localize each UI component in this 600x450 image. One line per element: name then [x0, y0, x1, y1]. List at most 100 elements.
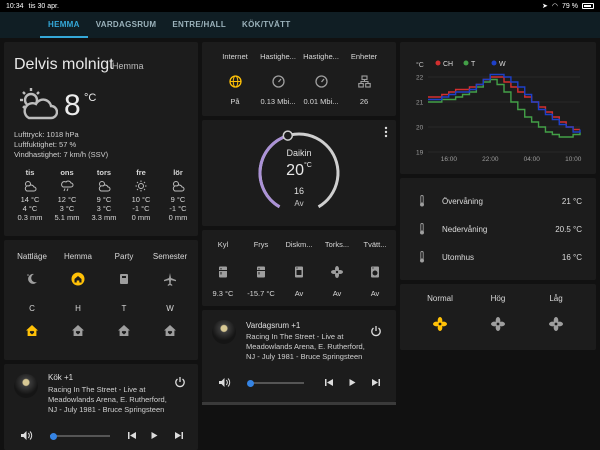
temperature-history-chart[interactable]: °C CH T W 19 20 21 22 16:00 22:00 04:00 10:00: [400, 42, 596, 174]
home-heart-icon: [26, 325, 38, 336]
forecast-low: -1 °C: [169, 204, 187, 213]
thermostat-current-value: 20: [286, 162, 304, 179]
volume-icon[interactable]: [20, 430, 33, 441]
y-tick-label: 21: [416, 100, 424, 107]
appliance-fridge[interactable]: Kyl 9.3 °C: [204, 240, 242, 298]
home-heart-icon: [164, 325, 176, 336]
thermostat-card: Daikin 20°C 16 Av: [202, 120, 396, 226]
network-value: 0.13 Mbi...: [260, 97, 296, 106]
temperature-row[interactable]: Utomhus 16 °C: [414, 250, 582, 264]
weather-card[interactable]: Delvis molnigt Hemma 8 °C Lufttryck: 101…: [4, 42, 198, 236]
tab-hemma[interactable]: HEMMA: [40, 12, 88, 38]
status-bar: 10:34 tis 30 apr. ➤ ◠ 79 %: [0, 0, 600, 12]
series-line-w: [428, 73, 581, 133]
home-heart-icon: [72, 325, 84, 336]
legend-marker: [463, 60, 469, 66]
tab-vardagsrum[interactable]: VARDAGSRUM: [88, 12, 165, 38]
previous-track-icon[interactable]: [324, 378, 334, 387]
volume-slider-handle[interactable]: [49, 432, 57, 440]
power-icon[interactable]: [370, 325, 382, 337]
album-art[interactable]: [14, 374, 38, 398]
appliance-freezer[interactable]: Frys -15.7 °C: [242, 240, 280, 298]
mode-t-button[interactable]: [100, 324, 148, 337]
thermostat-current-temp: 20°C: [202, 162, 396, 180]
weather-condition: Delvis molnigt: [14, 56, 114, 73]
mode-w-button[interactable]: [146, 324, 194, 337]
series-line-t: [428, 78, 581, 138]
mode-t-label: T: [121, 304, 127, 313]
next-track-icon[interactable]: [174, 431, 184, 440]
appliance-dryer[interactable]: Torks... Av: [318, 240, 356, 298]
mode-party-label: Party: [114, 252, 134, 261]
weather-location: Hemma: [112, 61, 144, 71]
fan-mode-normal[interactable]: Normal: [410, 294, 470, 331]
mode-c-button[interactable]: [8, 324, 56, 337]
sunny-icon: [135, 180, 147, 192]
mode-nattlage-button[interactable]: [8, 272, 56, 286]
fan-mode-hog[interactable]: Hög: [468, 294, 528, 331]
mode-h-button[interactable]: [54, 324, 102, 337]
media-track-info: Racing In The Street - Live at Meadowlan…: [246, 332, 365, 361]
volume-slider-handle[interactable]: [247, 379, 255, 387]
forecast-day-label: ons: [60, 168, 74, 177]
fan-icon: [549, 317, 563, 331]
network-devices[interactable]: Enheter 26: [343, 52, 385, 106]
album-art[interactable]: [212, 320, 236, 344]
next-track-icon[interactable]: [371, 378, 381, 387]
network-value: På: [230, 97, 240, 106]
weather-temp-unit: °C: [84, 92, 97, 104]
power-icon[interactable]: [174, 376, 186, 388]
party-icon: [120, 274, 128, 284]
center-bottom-bar: [202, 402, 396, 405]
volume-slider[interactable]: [49, 432, 110, 440]
temperature-row[interactable]: Övervåning 21 °C: [414, 194, 582, 208]
fan-icon: [331, 266, 343, 278]
tab-entre-hall[interactable]: ENTRE/HALL: [164, 12, 234, 38]
appliances-card: Kyl 9.3 °C Frys -15.7 °C Diskm... Av Tor…: [202, 230, 396, 306]
view-tabs: HEMMA VARDAGSRUM ENTRE/HALL KÖK/TVÄTT: [0, 12, 600, 38]
network-internet[interactable]: Internet På: [214, 52, 256, 106]
speedometer-icon: [271, 74, 285, 88]
mode-c-label: C: [29, 304, 35, 313]
fan-speed-card: Normal Hög Låg: [400, 284, 596, 350]
partly-cloudy-icon: [20, 88, 58, 120]
network-label: Hastighe...: [260, 52, 296, 61]
mode-party-button[interactable]: [100, 272, 148, 286]
washing-machine-icon: [371, 266, 379, 278]
battery-icon: [582, 3, 594, 9]
forecast-day-label: tors: [96, 168, 112, 177]
temperature-row[interactable]: Nedervåning 20.5 °C: [414, 222, 582, 236]
forecast-precip: 5.1 mm: [54, 213, 80, 222]
network-upload-speed[interactable]: Hastighe... 0.01 Mbi...: [300, 52, 342, 106]
network-download-speed[interactable]: Hastighe... 0.13 Mbi...: [257, 52, 299, 106]
mode-semester-label: Semester: [152, 252, 188, 261]
more-options-icon[interactable]: [384, 126, 388, 138]
volume-slider[interactable]: [247, 379, 304, 387]
temperature-value: 16 °C: [561, 252, 582, 262]
forecast-day: lör 9 °C -1 °C 0 mm: [160, 168, 196, 222]
appliance-dishwasher[interactable]: Diskm... Av: [280, 240, 318, 298]
temperature-history-card[interactable]: °C CH T W 19 20 21 22 16:00 22:00 04:00 10:00: [400, 42, 596, 174]
temperature-value: 21 °C: [561, 196, 582, 206]
x-tick-label: 16:00: [441, 156, 458, 163]
weather-humidity: Luftfuktighet: 57 %: [14, 140, 77, 149]
forecast-high: 9 °C: [170, 195, 186, 204]
play-icon[interactable]: [348, 378, 357, 387]
mode-hemma-button[interactable]: [54, 272, 102, 286]
appliance-washer[interactable]: Tvätt... Av: [356, 240, 394, 298]
play-icon[interactable]: [150, 431, 159, 440]
forecast-day: ons 12 °C 3 °C 5.1 mm: [49, 168, 85, 222]
weather-pressure: Lufttryck: 1018 hPa: [14, 130, 79, 139]
thermostat-mode: Av: [294, 199, 304, 208]
thermostat-handle[interactable]: [282, 130, 294, 141]
tab-kok-tvatt[interactable]: KÖK/TVÄTT: [234, 12, 298, 38]
previous-track-icon[interactable]: [127, 431, 137, 440]
forecast-day-label: fre: [136, 168, 146, 177]
forecast-day: fre 10 °C -1 °C 0 mm: [123, 168, 159, 222]
volume-icon[interactable]: [218, 377, 231, 388]
fan-mode-label: Låg: [549, 294, 563, 303]
mode-semester-button[interactable]: [146, 272, 194, 286]
fan-mode-lag[interactable]: Låg: [526, 294, 586, 331]
weather-details: Lufttryck: 1018 hPa Luftfuktighet: 57 % …: [14, 130, 108, 160]
airplane-icon: [164, 273, 176, 286]
